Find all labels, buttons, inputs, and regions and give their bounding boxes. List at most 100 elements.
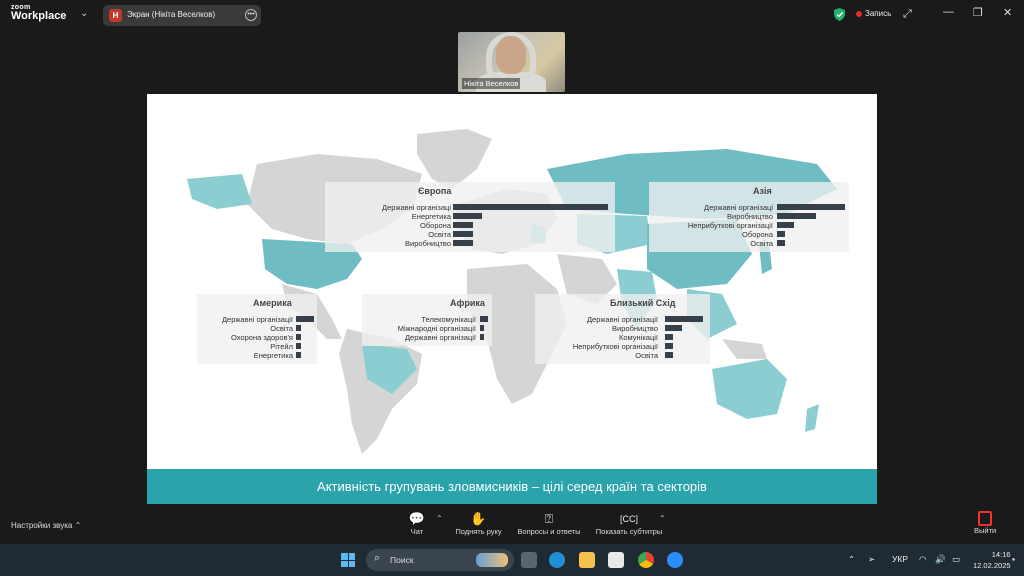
region-title: Європа [418,186,452,196]
chevron-down-icon[interactable]: ⌄ [80,8,88,19]
world-map [187,129,837,454]
bar-label: Державні організації [221,315,293,324]
cc-icon: [CC] [620,514,638,524]
slide-footer: Активність групувань зловмисників – цілі… [147,469,877,504]
wifi-icon[interactable]: ◠ [919,554,926,565]
chevron-up-icon: ⌃ [74,521,82,530]
bar [665,325,682,331]
chat-options-chevron-icon[interactable]: ⌃ [436,514,443,523]
windows-taskbar: ⌕ Поиск ⌃ ➢ УКР ◠ 🔊 ▭ 14:16 12.02.2025 ▪ [0,544,1024,576]
recording-label[interactable]: Запись [865,9,891,18]
bar-label: Енергетика [253,351,293,360]
raise-hand-button[interactable]: ✋ Поднять руку [451,511,506,536]
captions-label: Показать субтитры [595,527,663,536]
bar-row: Неприбуткові організації [535,342,710,351]
volume-icon[interactable]: 🔊 [935,554,946,565]
raise-hand-label: Поднять руку [455,527,502,536]
exit-button[interactable]: Выйти [974,511,996,535]
hand-icon: ✋ [470,511,487,526]
minimize-icon[interactable]: — [943,6,954,18]
send-icon[interactable]: ➢ [868,554,875,565]
bar-row: Державні організації [362,333,492,342]
taskbar-search[interactable]: ⌕ Поиск [366,549,514,571]
search-icon: ⌕ [374,552,381,564]
bar [453,213,482,219]
captions-options-chevron-icon[interactable]: ⌃ [659,514,666,523]
bar-row: Енергетика [197,351,317,360]
sound-settings-button[interactable]: Настройки звука ⌃ [11,521,81,530]
region-title: Африка [450,298,485,308]
bar-label: Комунікації [618,333,658,342]
bar-row: Виробництво [649,212,849,221]
bar-row: Оборона [649,230,849,239]
search-placeholder: Поиск [390,555,414,565]
language-indicator[interactable]: УКР [892,554,908,564]
bar [480,316,488,322]
region-panel-asia: Азія Державні організаці Виробництво Неп… [649,182,849,252]
store-icon[interactable] [608,552,624,568]
bar [296,325,301,331]
bar-row: Виробництво [535,324,710,333]
bar-label: Неприбуткові організації [687,221,773,230]
bar-row: Державні організації [535,315,710,324]
bar [480,334,484,340]
bar-label: Міжнародні організації [397,324,476,333]
bar [296,334,301,340]
bar-label: Рітейл [270,342,293,351]
region-title: Америка [253,298,292,308]
share-badge: Н [109,9,122,22]
exit-label: Выйти [974,526,997,535]
bar-row: Державні організаці [325,203,615,212]
chrome-icon[interactable] [638,552,654,568]
region-title: Азія [753,186,772,196]
clock[interactable]: 14:16 12.02.2025 [973,549,1011,571]
search-highlight-image [476,553,508,567]
bar-label: Енергетика [411,212,451,221]
file-explorer-icon[interactable] [579,552,595,568]
bar-label: Державні організації [586,315,658,324]
bar [296,352,301,358]
bar [453,204,608,210]
task-view-icon[interactable] [521,552,537,568]
participant-video[interactable]: Нікіта Веселков [458,32,565,92]
slide-title: Активність групувань зловмисників – цілі… [317,479,707,494]
shared-screen-tab[interactable]: Н Экран (Нікіта Веселков) ••• [103,5,261,26]
bar-label: Виробництво [405,239,451,248]
notification-icon[interactable]: ▪ [1012,554,1015,564]
logo-big-text: Workplace [11,10,67,22]
chat-button[interactable]: 💬 Чат [402,511,432,536]
bar [777,231,785,237]
region-panel-america: Америка Державні організації Освіта Охор… [197,294,317,364]
bar-label: Державні організаці [382,203,451,212]
meeting-toolbar: Настройки звука ⌃ 💬 Чат ⌃ ✋ Поднять руку… [0,506,1024,544]
windows-start-icon[interactable] [341,553,355,567]
bar [665,334,673,340]
bar-row: Виробництво [325,239,615,248]
bar [777,204,845,210]
zoom-app-icon[interactable] [667,552,683,568]
bar-label: Освіта [428,230,451,239]
qa-button[interactable]: ⍰ Вопросы и ответы [514,511,584,536]
battery-icon[interactable]: ▭ [952,554,960,565]
captions-button[interactable]: [CC] Показать субтитры [593,511,665,536]
bar [453,240,473,246]
bar-label: Неприбуткові організації [572,342,658,351]
chat-label: Чат [410,527,424,536]
expand-icon[interactable]: ⤢ [903,8,912,21]
bar [296,343,301,349]
bar-label: Освіта [270,324,293,333]
sound-settings-label: Настройки звука [11,521,73,530]
tray-chevron-up-icon[interactable]: ⌃ [848,554,855,565]
restore-icon[interactable]: ❐ [973,6,983,19]
region-panel-europe: Європа Державні організаці Енергетика Об… [325,182,615,252]
bar [777,240,785,246]
shared-screen-label: Экран (Нікіта Веселков) [127,10,216,19]
bar-row: Державні організаці [649,203,849,212]
title-bar: zoom Workplace ⌄ Н Экран (Нікіта Веселко… [0,0,1024,30]
close-icon[interactable]: ✕ [1003,6,1012,19]
bar-label: Оборона [420,221,451,230]
more-options-icon[interactable]: ••• [245,9,257,21]
edge-icon[interactable] [549,552,565,568]
security-shield-icon[interactable] [834,8,845,21]
bar [665,316,703,322]
